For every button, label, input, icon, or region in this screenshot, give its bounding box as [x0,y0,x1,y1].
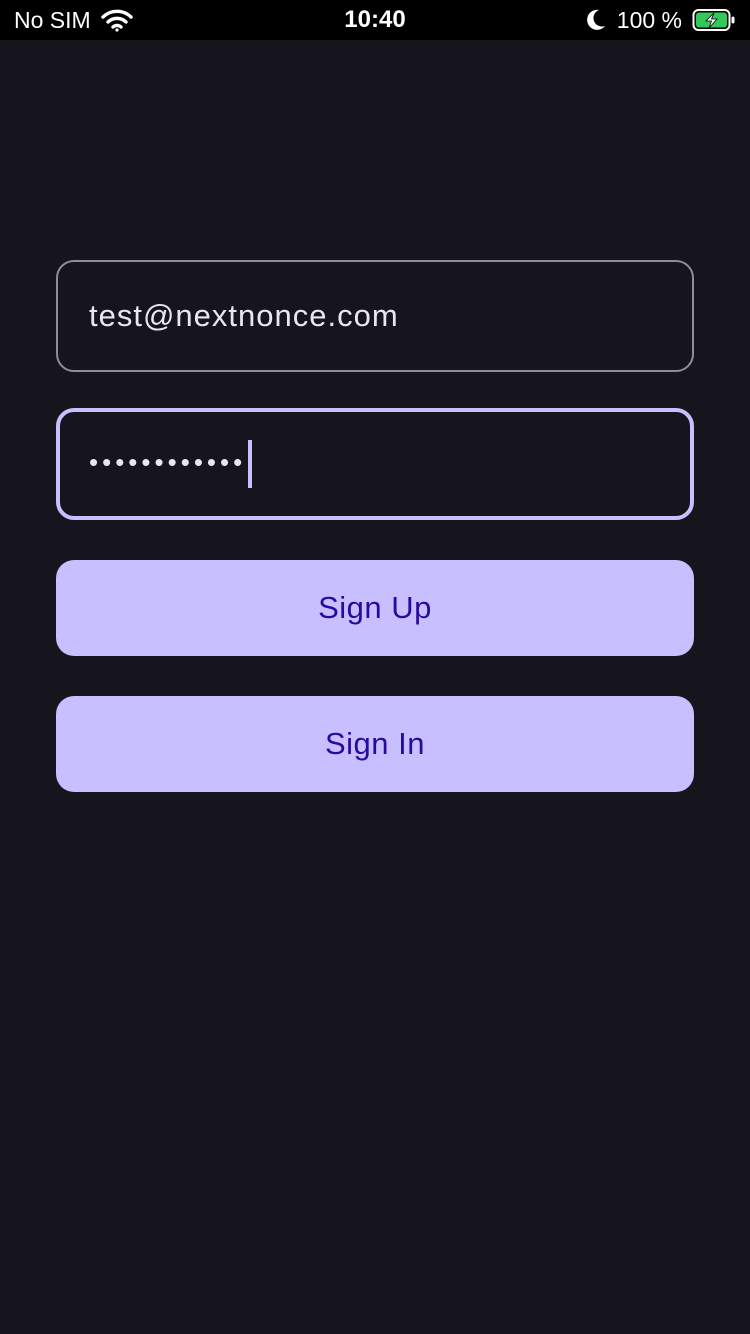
status-bar: No SIM 10:40 100 % [0,0,750,40]
status-right: 100 % [585,0,736,40]
email-field[interactable]: test@nextnonce.com [56,260,694,372]
text-caret [248,440,253,488]
password-field[interactable]: •••••••••••• [56,408,694,520]
battery-percent: 100 % [616,7,682,33]
moon-icon [586,9,605,30]
email-value: test@nextnonce.com [89,298,399,333]
sign-in-button[interactable]: Sign In [56,696,694,792]
sign-up-label: Sign Up [318,590,432,625]
password-value: •••••••••••• [89,446,247,477]
battery-charging-icon [692,9,735,31]
sign-up-button[interactable]: Sign Up [56,560,694,656]
sign-in-label: Sign In [324,726,425,761]
